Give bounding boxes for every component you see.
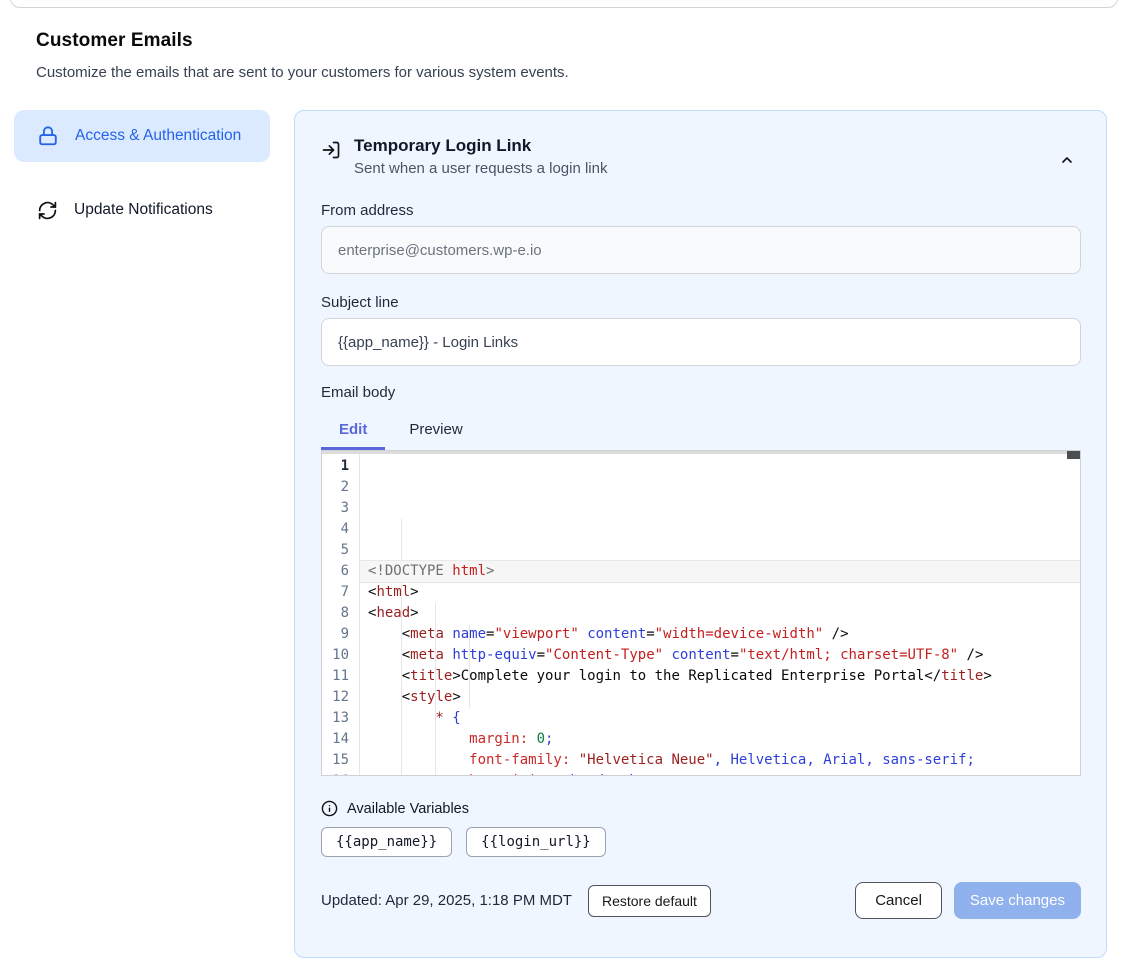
from-address-label: From address [321,202,1081,219]
variable-chip-login-url[interactable]: {{login_url}} [466,827,606,857]
restore-default-button[interactable]: Restore default [588,885,711,917]
code-line[interactable]: <head> [368,603,1080,624]
info-icon [321,800,338,817]
card-header-text: Temporary Login Link Sent when a user re… [354,136,607,177]
code-line[interactable]: <style> [368,687,1080,708]
code-line[interactable]: font-family: "Helvetica Neue", Helvetica… [368,750,1080,771]
email-body-label: Email body [321,384,1081,401]
line-number: 8 [322,603,349,624]
line-number: 3 [322,498,349,519]
code-line[interactable]: box-sizing: border-box; [368,771,1080,775]
line-number: 15 [322,750,349,771]
editor-horizontal-scrollbar[interactable] [322,451,1080,454]
code-line[interactable]: * { [368,708,1080,729]
subject-line-input[interactable] [321,318,1081,366]
sidebar-item-label: Update Notifications [74,198,213,222]
top-card-edge [10,0,1118,8]
tab-preview[interactable]: Preview [391,415,480,450]
updated-timestamp: Updated: Apr 29, 2025, 1:18 PM MDT [321,892,572,909]
line-number: 2 [322,477,349,498]
page-subtitle: Customize the emails that are sent to yo… [36,64,569,81]
page-header: Customer Emails Customize the emails tha… [36,30,569,81]
line-number: 10 [322,645,349,666]
card-header: Temporary Login Link Sent when a user re… [321,136,1081,177]
available-variables-row: Available Variables [321,800,1081,817]
editor-code[interactable]: <!DOCTYPE html><html><head> <meta name="… [360,451,1080,775]
line-number: 9 [322,624,349,645]
refresh-icon [37,200,58,221]
card-subtitle: Sent when a user requests a login link [354,160,607,177]
editor-gutter: 12345678910111213141516 [322,451,360,775]
email-template-card: Temporary Login Link Sent when a user re… [294,110,1107,958]
line-number: 4 [322,519,349,540]
code-line[interactable]: <meta name="viewport" content="width=dev… [368,624,1080,645]
code-editor[interactable]: 12345678910111213141516 <!DOCTYPE html><… [321,450,1081,776]
line-number: 13 [322,708,349,729]
line-number: 5 [322,540,349,561]
from-address-input[interactable] [321,226,1081,274]
lock-icon [37,125,59,147]
variable-chips: {{app_name}} {{login_url}} [321,827,1081,857]
sidebar-item-update-notifications[interactable]: Update Notifications [14,184,270,236]
save-changes-button[interactable]: Save changes [954,882,1081,919]
line-number: 14 [322,729,349,750]
chevron-up-icon [1059,152,1075,168]
line-number: 7 [322,582,349,603]
subject-line-label: Subject line [321,294,1081,311]
line-number: 1 [322,456,349,477]
line-number: 11 [322,666,349,687]
code-line[interactable]: <title>Complete your login to the Replic… [368,666,1080,687]
editor-vertical-scrollbar-thumb[interactable] [1067,451,1080,459]
editor-tabs: Edit Preview [321,415,1081,450]
variable-chip-app-name[interactable]: {{app_name}} [321,827,452,857]
line-number: 16 [322,771,349,776]
sidebar-item-access-authentication[interactable]: Access & Authentication [14,110,270,162]
log-in-icon [321,140,341,177]
sidebar-item-label: Access & Authentication [75,124,241,148]
code-line[interactable]: <meta http-equiv="Content-Type" content=… [368,645,1080,666]
code-line[interactable]: <html> [368,582,1080,603]
line-number: 12 [322,687,349,708]
tab-edit[interactable]: Edit [321,415,385,450]
card-footer: Updated: Apr 29, 2025, 1:18 PM MDT Resto… [321,882,1081,919]
cancel-button[interactable]: Cancel [855,882,942,919]
code-line[interactable]: margin: 0; [368,729,1080,750]
collapse-button[interactable] [1055,148,1079,172]
line-number: 6 [322,561,349,582]
page-title: Customer Emails [36,30,569,52]
available-variables-label: Available Variables [347,801,469,817]
code-line[interactable]: <!DOCTYPE html> [360,561,1080,582]
card-title: Temporary Login Link [354,136,607,156]
sidebar: Access & Authentication Update Notificat… [14,110,270,236]
